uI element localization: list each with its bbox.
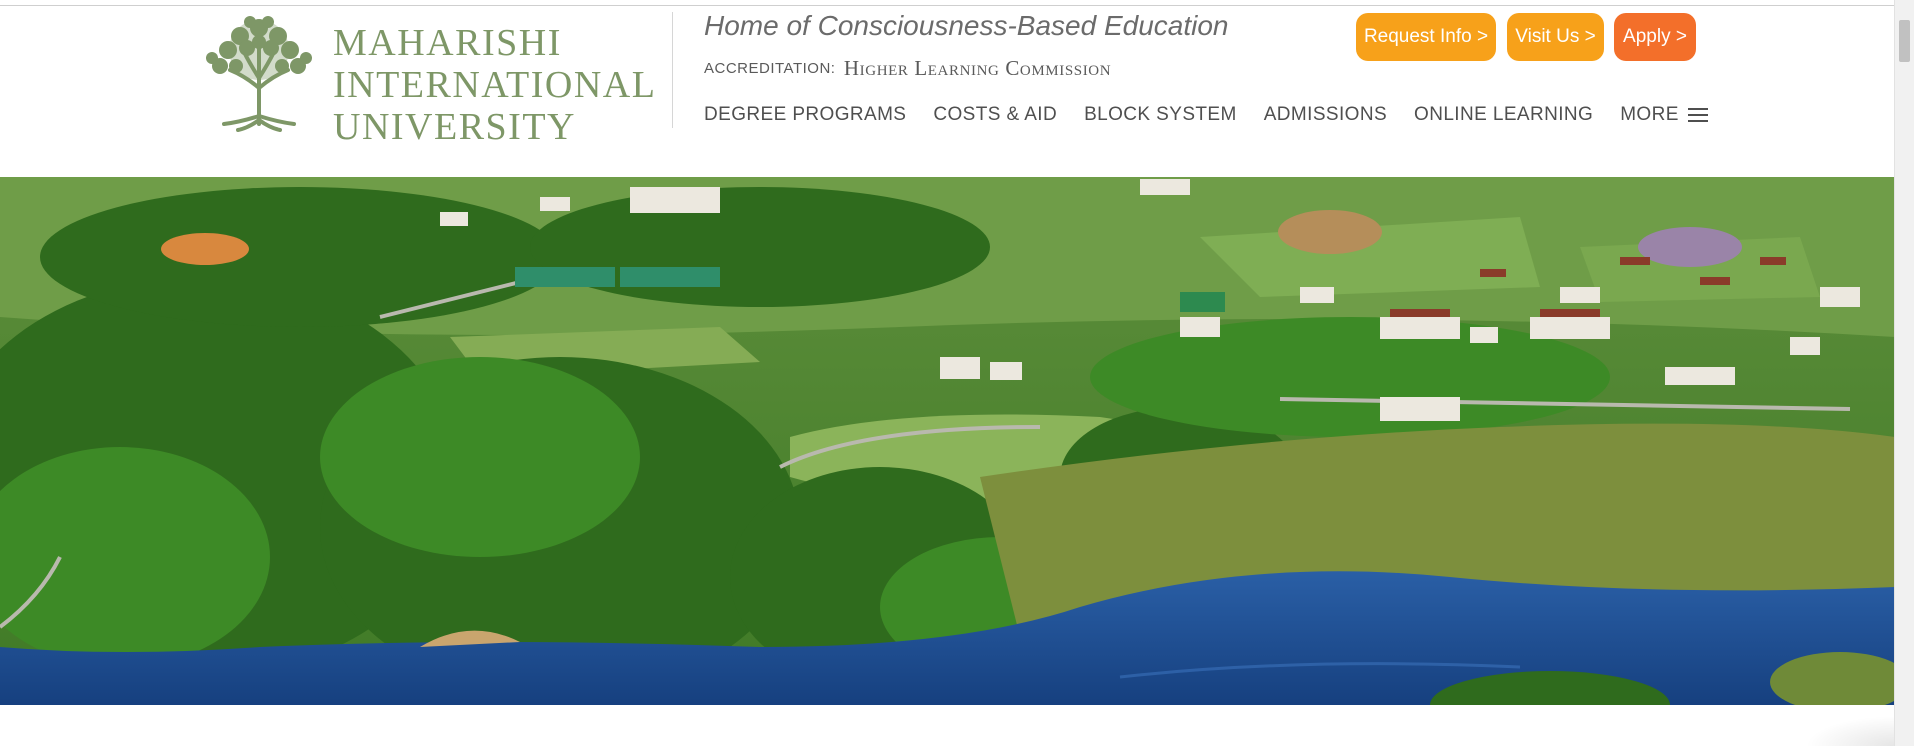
page-scrollbar[interactable] [1894, 0, 1914, 746]
accreditation-label: ACCREDITATION: [704, 60, 836, 77]
visit-us-button[interactable]: Visit Us > [1507, 13, 1604, 61]
nav-degree-programs[interactable]: DEGREE PROGRAMS [704, 104, 906, 126]
campus-aerial-illustration [0, 177, 1895, 705]
request-info-button[interactable]: Request Info > [1356, 13, 1496, 61]
nav-block-system[interactable]: BLOCK SYSTEM [1084, 104, 1237, 126]
scrollbar-thumb[interactable] [1899, 20, 1910, 62]
nav-online-learning[interactable]: ONLINE LEARNING [1414, 104, 1593, 126]
nav-more[interactable]: MORE [1620, 104, 1708, 126]
nav-costs-aid[interactable]: COSTS & AID [933, 104, 1057, 126]
wordmark-line-2: INTERNATIONAL [333, 64, 657, 106]
university-wordmark: MAHARISHI INTERNATIONAL UNIVERSITY [333, 22, 656, 148]
wordmark-line-3: UNIVERSITY [333, 106, 576, 148]
nav-admissions[interactable]: ADMISSIONS [1264, 104, 1387, 126]
hamburger-icon [1687, 108, 1708, 122]
header-divider [672, 12, 673, 128]
nav-more-label: MORE [1620, 104, 1679, 125]
browser-top-border [0, 5, 1895, 6]
wordmark-line-1: MAHARISHI [333, 22, 562, 64]
accreditation-line: ACCREDITATION: Higher Learning Commissio… [704, 56, 1111, 81]
tree-logo-icon [206, 16, 312, 132]
accreditation-value[interactable]: Higher Learning Commission [844, 56, 1111, 80]
apply-button[interactable]: Apply > [1614, 13, 1696, 61]
main-nav: DEGREE PROGRAMS COSTS & AID BLOCK SYSTEM… [704, 104, 1708, 126]
site-tagline: Home of Consciousness-Based Education [704, 10, 1229, 41]
hero-campus-aerial-image [0, 177, 1895, 705]
university-logo[interactable]: MAHARISHI INTERNATIONAL UNIVERSITY [200, 14, 655, 148]
page-corner-shadow [1805, 716, 1895, 746]
